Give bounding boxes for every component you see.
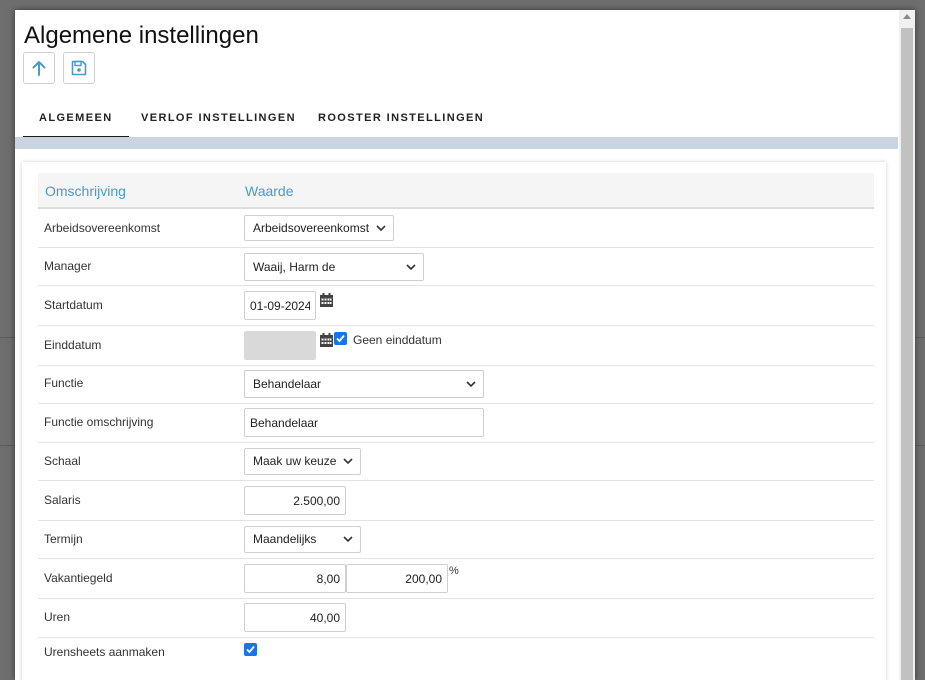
vakantiegeld-percentage-input[interactable] [244,564,346,593]
label-functie: Functie [44,376,84,390]
row-manager: Manager Waaij, Harm de [38,247,874,286]
percent-unit: % [449,565,459,577]
einddatum-input[interactable] [244,331,316,360]
manager-select-value: Waaij, Harm de [253,260,336,274]
floppy-disk-icon [71,60,87,76]
table-header: Omschrijving Waarde [38,173,874,209]
label-vakantiegeld: Vakantiegeld [44,571,113,585]
arrow-up-icon [32,61,46,76]
functie-select[interactable]: Behandelaar [244,370,484,398]
tab-content-divider [15,137,898,149]
row-arbeidsovereenkomst: Arbeidsovereenkomst Arbeidsovereenkomst [38,209,874,248]
tab-algemeen[interactable]: ALGEMEEN [23,102,129,138]
arbeidsovereenkomst-select[interactable]: Arbeidsovereenkomst [244,215,394,241]
row-urensheets: Urensheets aanmaken [38,637,874,673]
row-functie: Functie Behandelaar [38,365,874,404]
scroll-up-arrow[interactable] [903,14,911,19]
header-waarde: Waarde [245,183,294,199]
label-uren: Uren [44,610,71,624]
modal-title: Algemene instellingen [24,22,259,49]
urensheets-checkbox[interactable] [244,643,257,656]
scroll-thumb[interactable] [901,28,913,680]
row-functie-omschrijving: Functie omschrijving [38,403,874,443]
calendar-icon[interactable] [320,293,333,307]
upload-button[interactable] [23,52,55,84]
label-manager: Manager [44,259,92,273]
label-einddatum: Einddatum [44,338,102,352]
chevron-down-icon [466,381,476,388]
row-schaal: Schaal Maak uw keuze [38,442,874,481]
geen-einddatum-label: Geen einddatum [353,333,442,347]
chevron-down-icon [406,264,416,271]
chevron-down-icon [343,458,353,465]
startdatum-input[interactable] [244,291,316,320]
schaal-select[interactable]: Maak uw keuze [244,448,361,475]
label-salaris: Salaris [44,493,81,507]
geen-einddatum-checkbox[interactable] [334,332,347,345]
row-termijn: Termijn Maandelijks [38,520,874,559]
row-einddatum: Einddatum Geen einddatum [38,325,874,366]
label-startdatum: Startdatum [44,298,103,312]
uren-input[interactable] [244,603,346,632]
save-button[interactable] [63,52,95,84]
schaal-select-value: Maak uw keuze [253,454,337,468]
header-omschrijving: Omschrijving [45,183,126,199]
label-arbeidsovereenkomst: Arbeidsovereenkomst [44,221,161,235]
calendar-icon[interactable] [320,333,333,347]
tab-rooster-instellingen[interactable]: ROOSTER INSTELLINGEN [302,102,500,136]
functie-select-value: Behandelaar [253,377,322,391]
vakantiegeld-value-input[interactable] [346,564,448,593]
row-startdatum: Startdatum [38,285,874,326]
functie-omschrijving-input[interactable] [244,408,484,437]
label-schaal: Schaal [44,454,81,468]
chevron-down-icon [343,536,353,543]
label-termijn: Termijn [44,532,83,546]
checkmark-icon [246,645,255,654]
scrollbar[interactable] [899,10,915,680]
arbeidsovereenkomst-select-value: Arbeidsovereenkomst [253,221,370,235]
manager-select[interactable]: Waaij, Harm de [244,253,424,281]
tab-verlof-instellingen[interactable]: VERLOF INSTELLINGEN [125,102,312,136]
label-urensheets-aanmaken: Urensheets aanmaken [44,645,165,659]
termijn-select-value: Maandelijks [253,532,317,546]
row-salaris: Salaris [38,480,874,521]
row-vakantiegeld: Vakantiegeld % [38,558,874,599]
salaris-input[interactable] [244,486,346,515]
chevron-down-icon [376,225,386,232]
label-functie-omschrijving: Functie omschrijving [44,415,154,429]
termijn-select[interactable]: Maandelijks [244,526,361,553]
row-uren: Uren [38,598,874,638]
checkmark-icon [336,334,345,343]
